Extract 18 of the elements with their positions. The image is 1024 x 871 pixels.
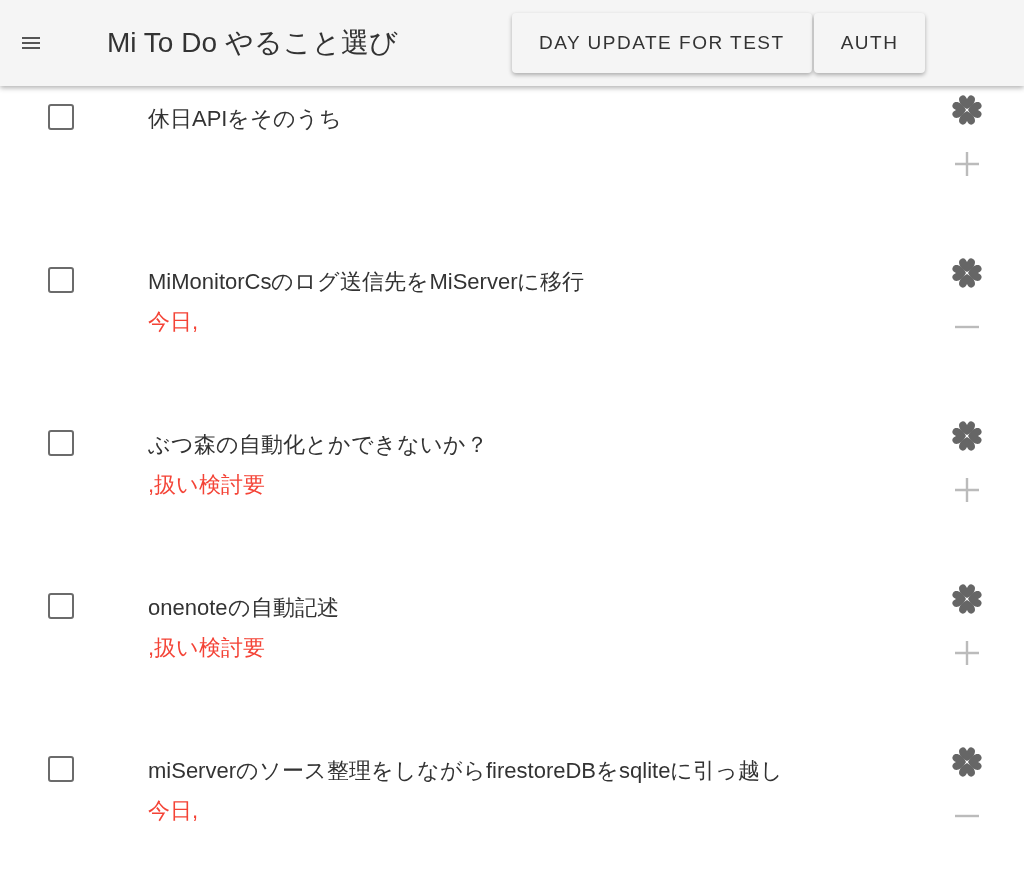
- checkbox[interactable]: [48, 104, 74, 130]
- task-note: ,扱い検討要: [148, 471, 266, 499]
- checkbox[interactable]: [48, 756, 74, 782]
- app-bar-button[interactable]: DAY UPDATE FOR TEST: [512, 13, 812, 73]
- app-title: Mi To Do やること選び: [107, 26, 399, 60]
- checkbox[interactable]: [48, 593, 74, 619]
- task-title: 休日APIをそのうち: [148, 105, 343, 133]
- task-title: ぶつ森の自動化とかできないか？: [148, 431, 488, 459]
- clover-icon[interactable]: [949, 744, 985, 780]
- task-note: 今日,: [148, 308, 199, 336]
- task-note: 今日,: [148, 797, 199, 825]
- checkbox[interactable]: [48, 267, 74, 293]
- task-title: MiMonitorCsのログ送信先をMiServerに移行: [148, 268, 585, 296]
- checkbox[interactable]: [48, 430, 74, 456]
- task-title: onenoteの自動記述: [148, 594, 339, 622]
- task-title: miServerのソース整理をしながらfirestoreDBをsqliteに引っ越し: [148, 757, 784, 785]
- task-note: ,扱い検討要: [148, 634, 266, 662]
- app-bar-button[interactable]: AUTH: [813, 13, 926, 73]
